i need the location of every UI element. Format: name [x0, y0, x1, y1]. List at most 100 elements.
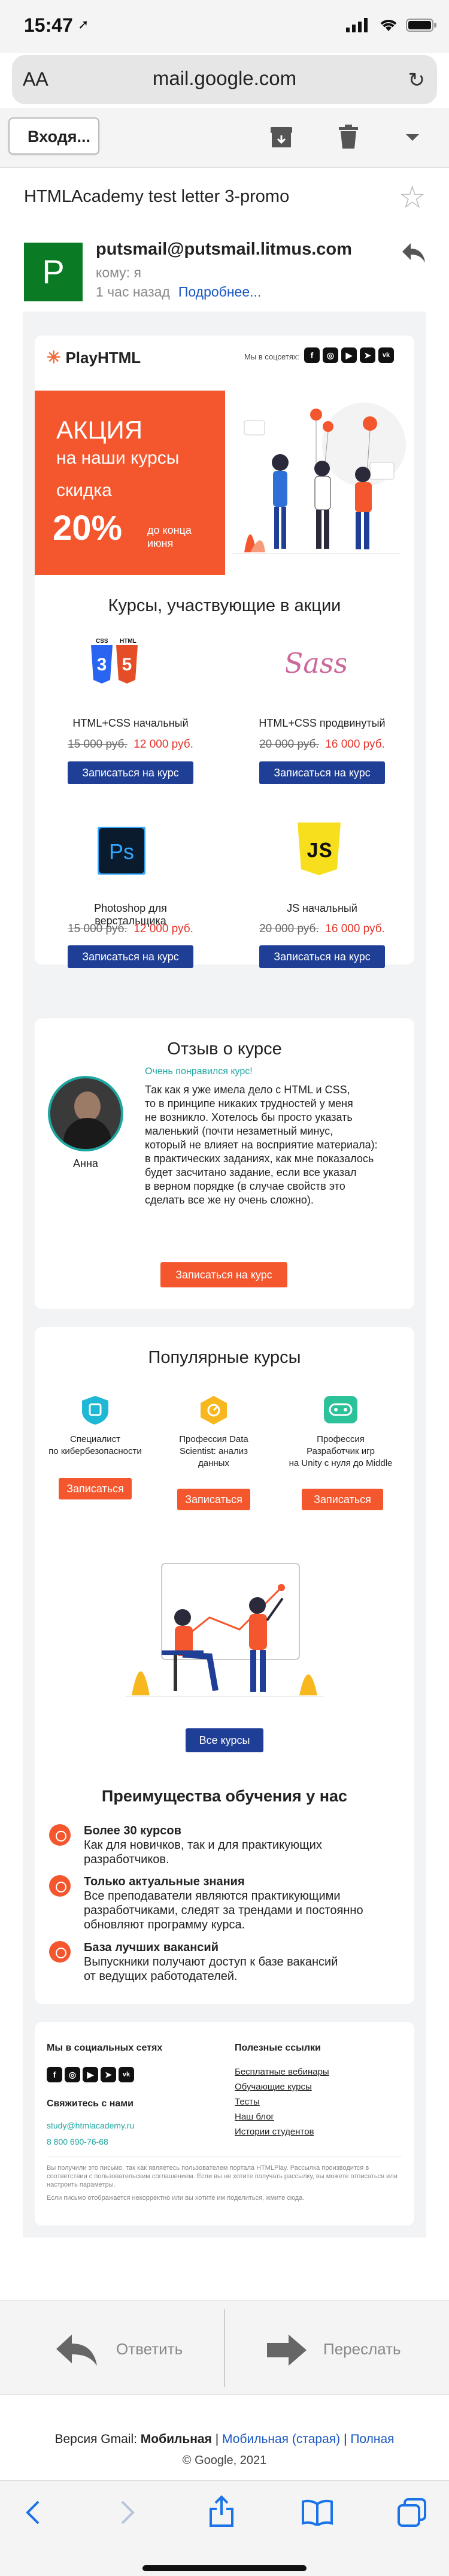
- link-webinars[interactable]: Бесплатные вебинары: [235, 2067, 329, 2077]
- logo-mark-icon: ✳: [47, 348, 61, 367]
- popular-line: данных: [198, 1458, 229, 1468]
- review-line: в верном порядке (в случае свойств это: [145, 1180, 345, 1192]
- trash-icon[interactable]: [335, 123, 362, 150]
- all-courses-button[interactable]: Все курсы: [186, 1728, 263, 1752]
- contact-phone[interactable]: 8 800 690-76-68: [47, 2137, 108, 2146]
- advantages-title: Преимущества обучения у нас: [101, 1787, 348, 1805]
- youtube-icon[interactable]: ▶: [83, 2067, 98, 2082]
- telegram-icon[interactable]: ➤: [101, 2067, 116, 2082]
- enroll-button[interactable]: Записаться на курс: [259, 945, 385, 968]
- version-mobile-old-link[interactable]: Мобильная (старая): [222, 2432, 340, 2446]
- popular-course-name: Профессия Data Scientist: анализ данных: [157, 1434, 271, 1470]
- reviewer-name: Анна: [73, 1157, 98, 1169]
- review-line: сделать все же ну очень сложно).: [145, 1194, 314, 1206]
- review-title: Отзыв о курсе: [167, 1039, 282, 1059]
- reviewer-photo: [48, 1076, 123, 1151]
- details-link[interactable]: Подробнее...: [178, 284, 261, 300]
- archive-icon[interactable]: [268, 123, 295, 150]
- link-courses[interactable]: Обучающие курсы: [235, 2082, 312, 2092]
- reply-icon[interactable]: [401, 242, 426, 264]
- link-stories[interactable]: Истории студентов: [235, 2127, 314, 2137]
- social-title: Мы в социальных сетях: [47, 2043, 163, 2053]
- telegram-icon[interactable]: ➤: [360, 347, 375, 363]
- facebook-icon[interactable]: f: [304, 347, 320, 363]
- contact-email[interactable]: study@htmlacademy.ru: [47, 2121, 134, 2130]
- review-enroll-button[interactable]: Записаться на курс: [160, 1262, 287, 1287]
- playhtml-logo[interactable]: ✳ PlayHTML: [47, 347, 141, 367]
- advantage-line: Как для новичков, так и для практикующих: [84, 1839, 322, 1852]
- enroll-button[interactable]: Записаться на курс: [259, 761, 385, 784]
- bookmarks-icon[interactable]: [302, 2499, 333, 2526]
- home-indicator: [142, 2565, 307, 2571]
- clock: 15:47: [24, 14, 73, 36]
- popular-enroll-button[interactable]: Записаться: [302, 1489, 383, 1510]
- old-price: 20 000 руб.: [259, 923, 319, 935]
- promo-subtitle: на наши курсы: [56, 448, 180, 468]
- review-line: не возникло. Хотелось бы просто указать: [145, 1111, 353, 1123]
- popular-line: Профессия Data: [179, 1434, 248, 1444]
- links-title: Полезные ссылки: [235, 2043, 321, 2053]
- battery-icon: [406, 19, 436, 32]
- sender-email: putsmail@putsmail.litmus.com: [96, 240, 352, 259]
- old-price: 15 000 руб.: [68, 738, 128, 751]
- instagram-icon[interactable]: ◎: [65, 2067, 80, 2082]
- url-text[interactable]: mail.google.com: [12, 67, 437, 90]
- forward-button[interactable]: Переслать: [323, 2340, 401, 2359]
- html-css-icon: CSS HTML 3 5: [91, 638, 138, 684]
- gamepad-icon: [324, 1396, 357, 1423]
- link-blog[interactable]: Наш блог: [235, 2112, 274, 2122]
- popular-enroll-button[interactable]: Записаться: [177, 1489, 250, 1510]
- review-line: будет засчитано задание, если все указал: [145, 1166, 357, 1178]
- vk-icon[interactable]: vk: [378, 347, 394, 363]
- star-icon[interactable]: ☆: [398, 180, 426, 216]
- popular-line: Scientist: анализ: [179, 1446, 248, 1456]
- forward-chevron-icon[interactable]: [120, 2499, 135, 2526]
- popular-line: Специалист: [69, 1434, 121, 1444]
- new-price: 16 000 руб.: [325, 738, 385, 751]
- data-icon: [201, 1396, 227, 1425]
- sass-label: Sass: [286, 647, 346, 679]
- advantage-text: Все преподаватели являются практикующими…: [84, 1889, 395, 1932]
- youtube-icon[interactable]: ▶: [341, 347, 357, 363]
- js-label: JS: [306, 839, 332, 864]
- signal-icon: [346, 18, 368, 32]
- footer-disclaimer: Вы получили это письмо, так как являетес…: [47, 2164, 398, 2188]
- course-name: JS начальный: [287, 902, 357, 914]
- review-line: в практических заданиях, как мне показал…: [145, 1153, 374, 1165]
- course-price: 15 000 руб. 12 000 руб.: [59, 738, 202, 751]
- chevron-down-icon[interactable]: [404, 123, 421, 150]
- instagram-icon[interactable]: ◎: [323, 347, 338, 363]
- reload-icon[interactable]: ↻: [408, 68, 426, 92]
- css-label: CSS: [96, 638, 108, 645]
- advantage-line: Выпускники получают доступ к базе ваканс…: [84, 1955, 338, 1969]
- time-ago: 1 час назад: [96, 284, 170, 300]
- share-icon[interactable]: [208, 2495, 235, 2528]
- course-price: 20 000 руб. 16 000 руб.: [250, 738, 394, 751]
- popular-enroll-button[interactable]: Записаться: [59, 1478, 132, 1499]
- course-name: HTML+CSS продвинутый: [259, 717, 386, 729]
- reply-button[interactable]: Ответить: [116, 2340, 183, 2359]
- facebook-icon[interactable]: f: [47, 2067, 62, 2082]
- social-label: Мы в соцсетях:: [244, 352, 299, 361]
- back-chevron-icon[interactable]: [25, 2499, 41, 2526]
- back-to-inbox-button[interactable]: Входя...: [8, 117, 99, 155]
- enroll-button[interactable]: Записаться на курс: [68, 761, 193, 784]
- popular-title: Популярные курсы: [148, 1348, 301, 1367]
- vk-icon[interactable]: vk: [119, 2067, 134, 2082]
- popular-line: Профессия: [317, 1434, 365, 1444]
- shield-icon: [82, 1396, 108, 1425]
- promo-illustration: [232, 403, 406, 554]
- address-bar[interactable]: AA mail.google.com ↻: [12, 55, 437, 104]
- link-tests[interactable]: Тесты: [235, 2097, 260, 2107]
- version-full-link[interactable]: Полная: [350, 2432, 394, 2446]
- advantage-line: Все преподаватели являются практикующими: [84, 1889, 341, 1903]
- tabs-icon[interactable]: [398, 2498, 426, 2527]
- courses-title: Курсы, участвующие в акции: [108, 596, 341, 615]
- promo-banner: АКЦИЯ на наши курсы скидка 20% до конца и…: [35, 391, 225, 575]
- enroll-button[interactable]: Записаться на курс: [68, 945, 193, 968]
- reply-icon[interactable]: [55, 2333, 98, 2367]
- forward-icon[interactable]: [267, 2333, 308, 2367]
- advantage-title: Более 30 курсов: [84, 1824, 181, 1837]
- popular-line: на Unity с нуля до Middle: [289, 1458, 393, 1468]
- advantage-line: разработчиками, следят за трендами и пос…: [84, 1904, 363, 1917]
